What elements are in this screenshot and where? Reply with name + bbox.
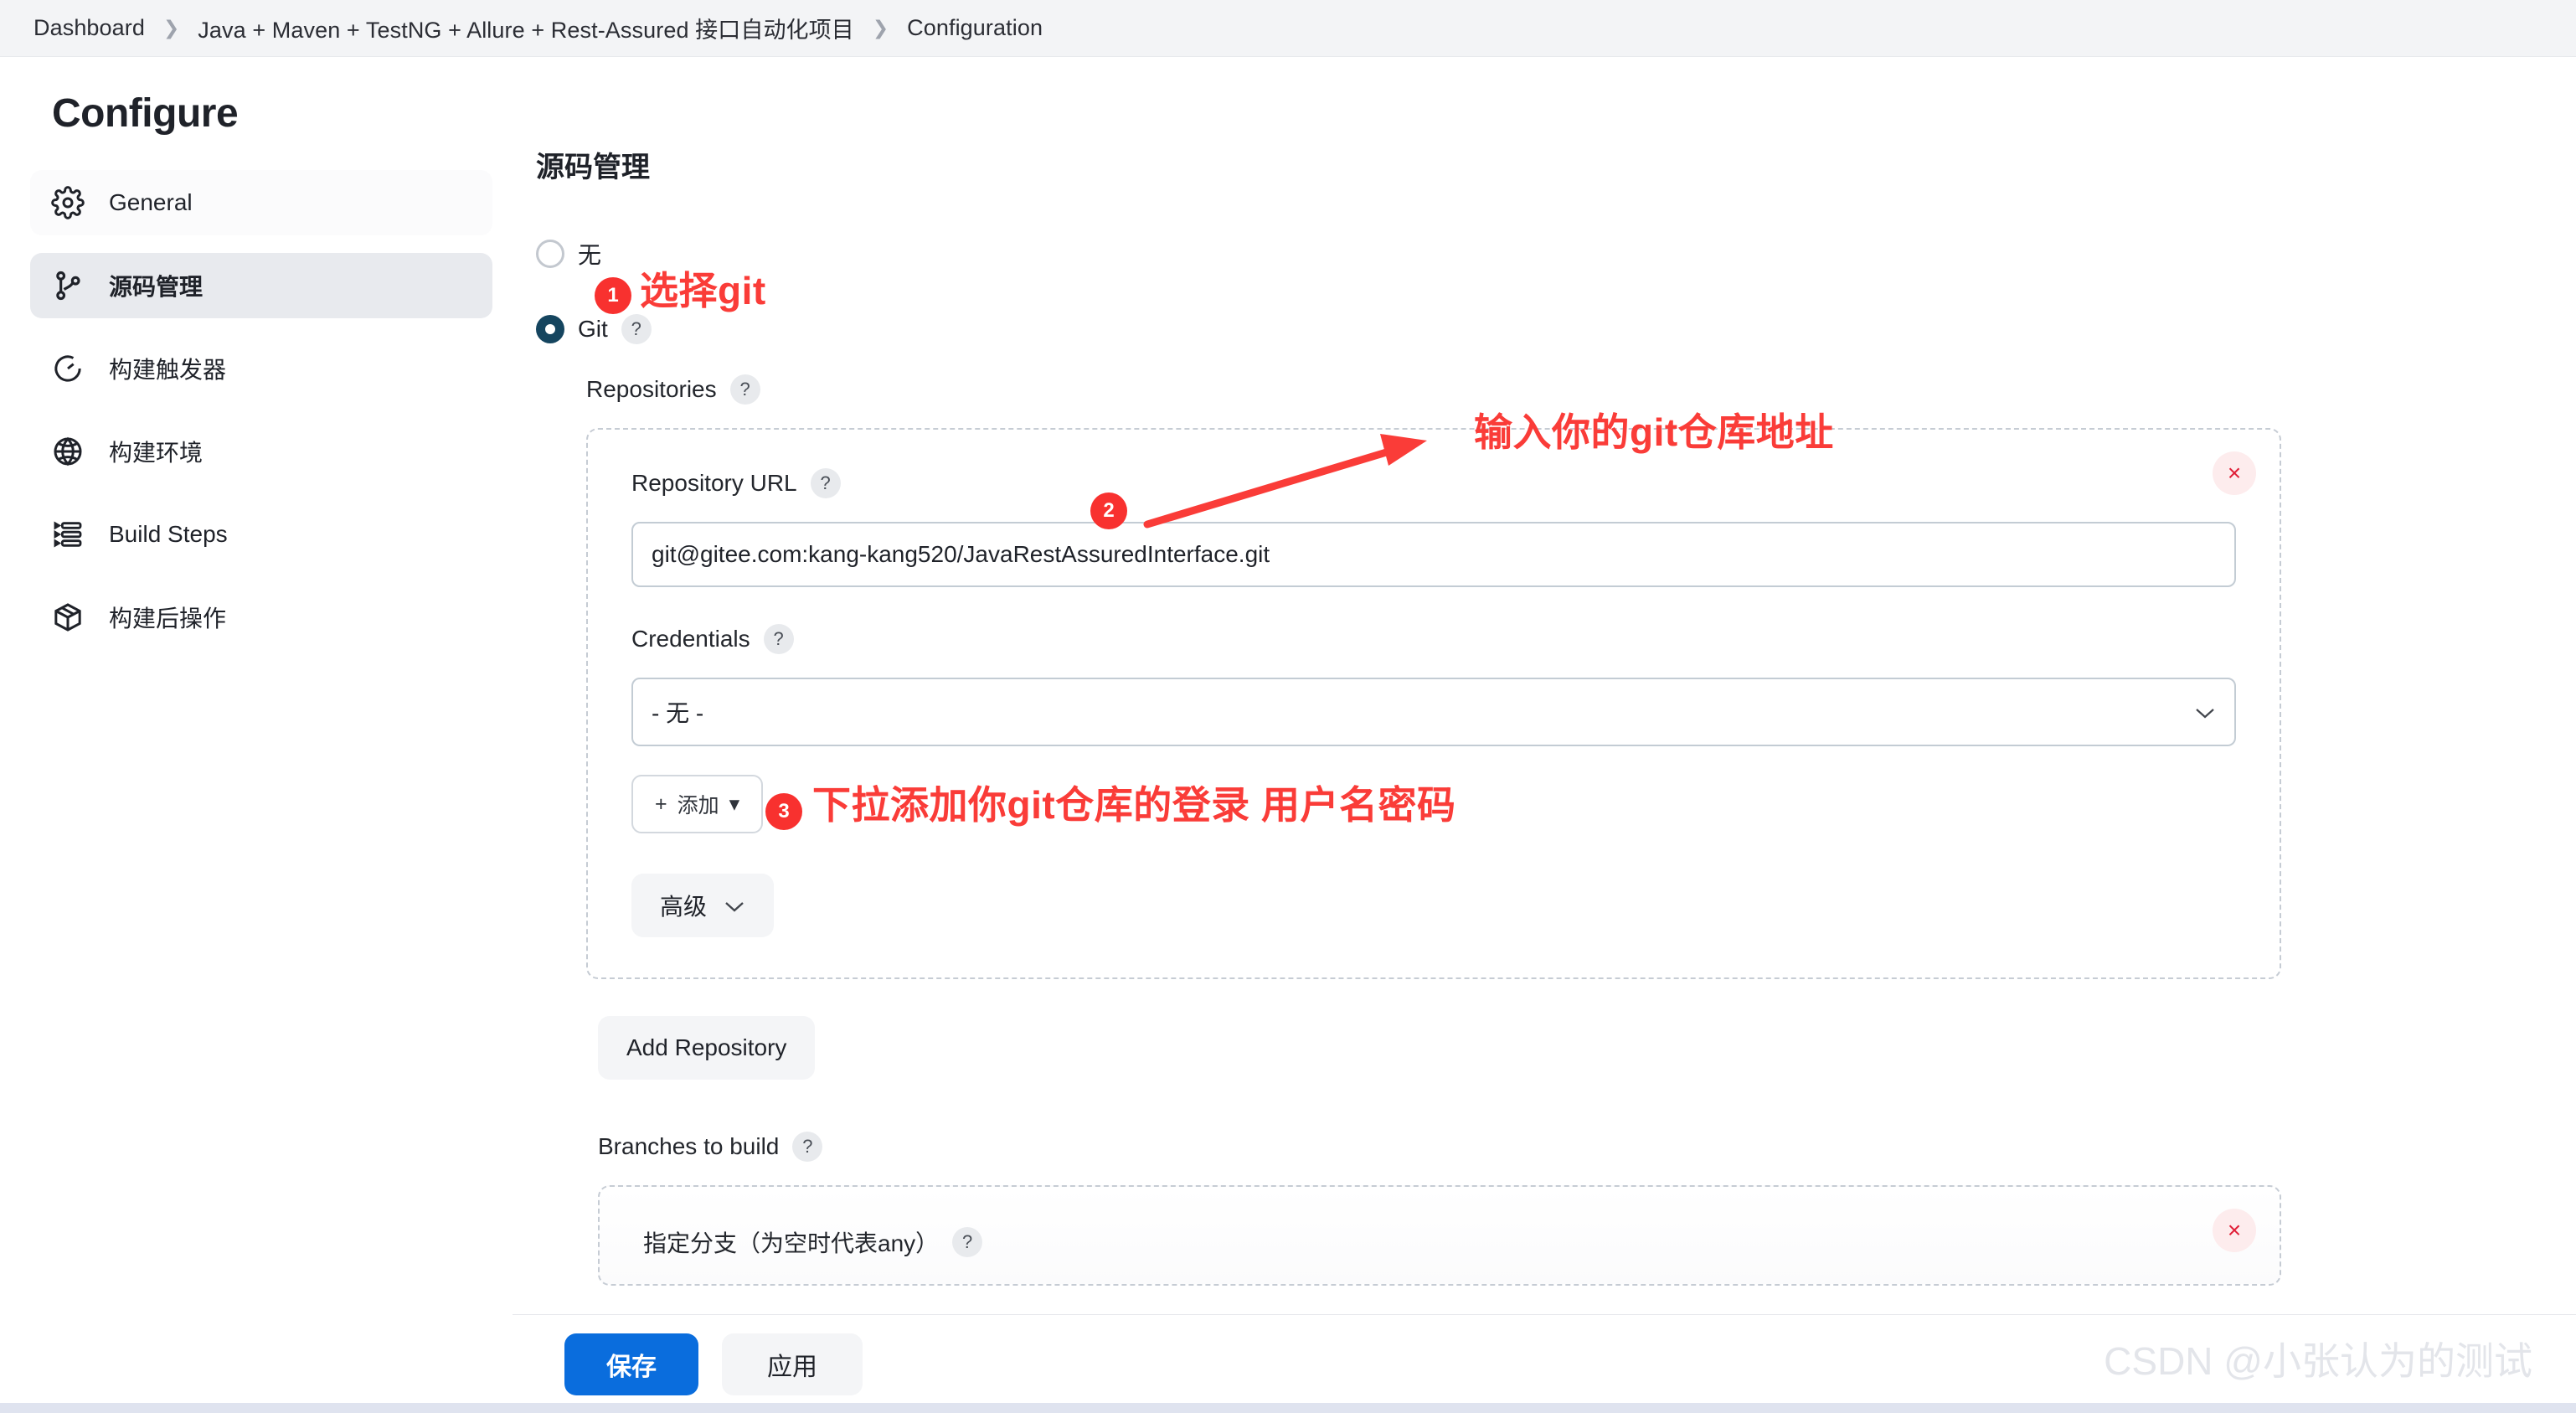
- breadcrumb: Dashboard ❯ Java + Maven + TestNG + Allu…: [0, 0, 2576, 57]
- main-content: 源码管理 无 Git ? 1 选择git Repositories ? × Re…: [513, 57, 2576, 1413]
- add-credentials-label: 添加: [677, 794, 719, 817]
- watermark: CSDN @小张认为的测试: [2104, 1339, 2532, 1383]
- radio-git-label: Git: [578, 316, 608, 342]
- globe-icon: [50, 434, 85, 469]
- page-body: Configure General 源码管理 构建触发器 构建环境 Build …: [0, 57, 2576, 1413]
- breadcrumb-item-project[interactable]: Java + Maven + TestNG + Allure + Rest-As…: [198, 12, 854, 44]
- radio-none-label: 无: [578, 242, 602, 268]
- gear-icon: [50, 185, 85, 220]
- sidebar-item-build-steps[interactable]: Build Steps: [30, 502, 492, 567]
- scm-option-none[interactable]: 无: [513, 237, 2576, 271]
- sidebar-item-general[interactable]: General: [30, 170, 492, 235]
- branches-label: Branches to build: [598, 1133, 780, 1159]
- close-icon-repository[interactable]: ×: [2213, 451, 2256, 495]
- breadcrumb-item-dashboard[interactable]: Dashboard: [33, 15, 145, 41]
- save-button[interactable]: 保存: [564, 1333, 698, 1395]
- sidebar-item-label: General: [109, 189, 193, 215]
- add-repository-button[interactable]: Add Repository: [598, 1016, 816, 1080]
- repository-url-label: Repository URL: [631, 470, 797, 496]
- credentials-label-row: Credentials ?: [631, 624, 2236, 654]
- add-repository-row: Add Repository: [598, 1016, 2576, 1080]
- git-branch-icon: [50, 268, 85, 303]
- repository-panel: × Repository URL ? Credentials ? - 无 -: [586, 428, 2281, 979]
- caret-down-icon: ▾: [729, 792, 740, 816]
- breadcrumb-item-configuration[interactable]: Configuration: [907, 15, 1043, 41]
- apply-button[interactable]: 应用: [722, 1333, 863, 1395]
- sidebar-nav: General 源码管理 构建触发器 构建环境 Build Steps 构建后操…: [0, 170, 513, 650]
- sidebar-item-build-triggers[interactable]: 构建触发器: [30, 336, 492, 401]
- advanced-label: 高级: [660, 894, 708, 920]
- repositories-label-row: Repositories ?: [586, 374, 2576, 405]
- annotation-badge-3: 3: [765, 793, 802, 830]
- breadcrumb-separator-icon: ❯: [163, 17, 180, 39]
- add-credentials-button[interactable]: + 添加 ▾: [631, 775, 764, 833]
- sidebar-item-post-build-actions[interactable]: 构建后操作: [30, 585, 492, 650]
- sidebar-item-label: 构建后操作: [109, 606, 227, 632]
- repository-url-group: Repository URL ?: [631, 468, 2236, 587]
- radio-none[interactable]: [536, 240, 564, 268]
- branches-label-row: Branches to build ?: [598, 1132, 2576, 1162]
- list-steps-icon: [50, 517, 85, 552]
- add-plus-icon: +: [655, 792, 667, 816]
- section-title: 源码管理: [536, 152, 650, 183]
- clock-icon: [50, 351, 85, 386]
- close-icon-branch[interactable]: ×: [2213, 1209, 2256, 1252]
- branch-spec-label-row: 指定分支（为空时代表any） ?: [643, 1225, 2236, 1259]
- branch-spec-label: 指定分支（为空时代表any）: [643, 1230, 940, 1256]
- sidebar-item-label: 构建环境: [109, 440, 204, 466]
- branches-block: Branches to build ? × 指定分支（为空时代表any） ?: [598, 1132, 2576, 1286]
- sidebar-item-scm[interactable]: 源码管理: [30, 253, 492, 318]
- annotation-badge-1: 1: [595, 277, 631, 314]
- branch-panel: × 指定分支（为空时代表any） ?: [598, 1185, 2281, 1286]
- annotation-text-3: 下拉添加你git仓库的登录 用户名密码: [812, 783, 1456, 827]
- repository-url-label-row: Repository URL ?: [631, 468, 2236, 498]
- sidebar-item-label: Build Steps: [109, 521, 228, 547]
- page-title: Configure: [52, 91, 239, 136]
- help-icon-repository-url[interactable]: ?: [810, 468, 841, 498]
- credentials-label: Credentials: [631, 626, 750, 652]
- chevron-down-icon: [2194, 701, 2216, 723]
- credentials-select[interactable]: - 无 -: [631, 678, 2236, 746]
- git-config-block: Repositories ? × Repository URL ? Creden…: [574, 374, 2576, 1286]
- credentials-selected-value: - 无 -: [652, 700, 704, 726]
- add-credentials-row: + 添加 ▾ 3 下拉添加你git仓库的登录 用户名密码: [631, 775, 2236, 833]
- action-bar: 保存 应用 CSDN @小张认为的测试: [513, 1314, 2576, 1413]
- help-icon-credentials[interactable]: ?: [763, 624, 794, 654]
- package-icon: [50, 600, 85, 635]
- sidebar: Configure General 源码管理 构建触发器 构建环境 Build …: [0, 57, 513, 1413]
- advanced-button[interactable]: 高级: [631, 874, 775, 937]
- window-bottom-strip: [0, 1403, 2576, 1413]
- chevron-down-icon: [724, 895, 745, 916]
- advanced-row: 高级: [631, 874, 2236, 937]
- help-icon-git[interactable]: ?: [621, 314, 652, 344]
- breadcrumb-separator-icon: ❯: [872, 17, 889, 39]
- annotation-text-2: 输入你的git仓库地址: [1474, 410, 1834, 454]
- sidebar-item-label: 构建触发器: [109, 357, 227, 383]
- repositories-label: Repositories: [586, 376, 717, 402]
- credentials-group: Credentials ? - 无 - + 添加 ▾ 3 下拉添加你git仓库的…: [631, 624, 2236, 833]
- annotation-badge-2: 2: [1090, 492, 1127, 529]
- sidebar-item-build-environment[interactable]: 构建环境: [30, 419, 492, 484]
- repository-url-input[interactable]: [631, 522, 2236, 587]
- annotation-text-1: 选择git: [640, 269, 766, 312]
- radio-git[interactable]: [536, 315, 564, 343]
- help-icon-branch-spec[interactable]: ?: [952, 1227, 983, 1257]
- sidebar-item-label: 源码管理: [109, 274, 204, 300]
- help-icon-repositories[interactable]: ?: [729, 374, 760, 405]
- scm-option-git[interactable]: Git ? 1 选择git: [513, 269, 2576, 344]
- help-icon-branches[interactable]: ?: [792, 1132, 823, 1162]
